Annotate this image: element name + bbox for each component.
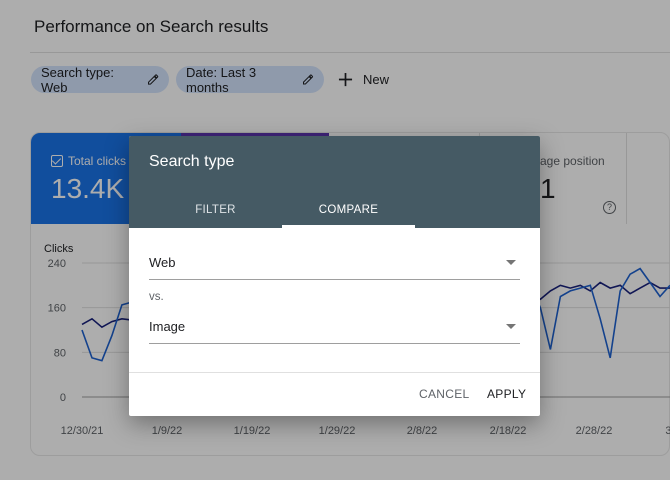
dialog-divider [129,372,540,373]
second-search-type-value: Image [149,319,186,334]
second-search-type-select[interactable]: Image [149,310,520,344]
first-search-type-select[interactable]: Web [149,246,520,280]
first-search-type-value: Web [149,255,176,270]
cancel-button[interactable]: CANCEL [419,380,469,408]
search-type-dialog: Search type FILTER COMPARE Web vs. Image… [129,136,540,416]
tab-compare[interactable]: COMPARE [282,192,415,228]
dialog-title: Search type [149,153,235,170]
dialog-header: Search type FILTER COMPARE [129,136,540,228]
dropdown-arrow-icon [506,260,516,265]
vs-label: vs. [149,291,164,303]
active-tab-indicator [282,225,415,228]
dropdown-arrow-icon [506,324,516,329]
apply-button[interactable]: APPLY [487,380,526,408]
tab-filter[interactable]: FILTER [149,192,282,228]
